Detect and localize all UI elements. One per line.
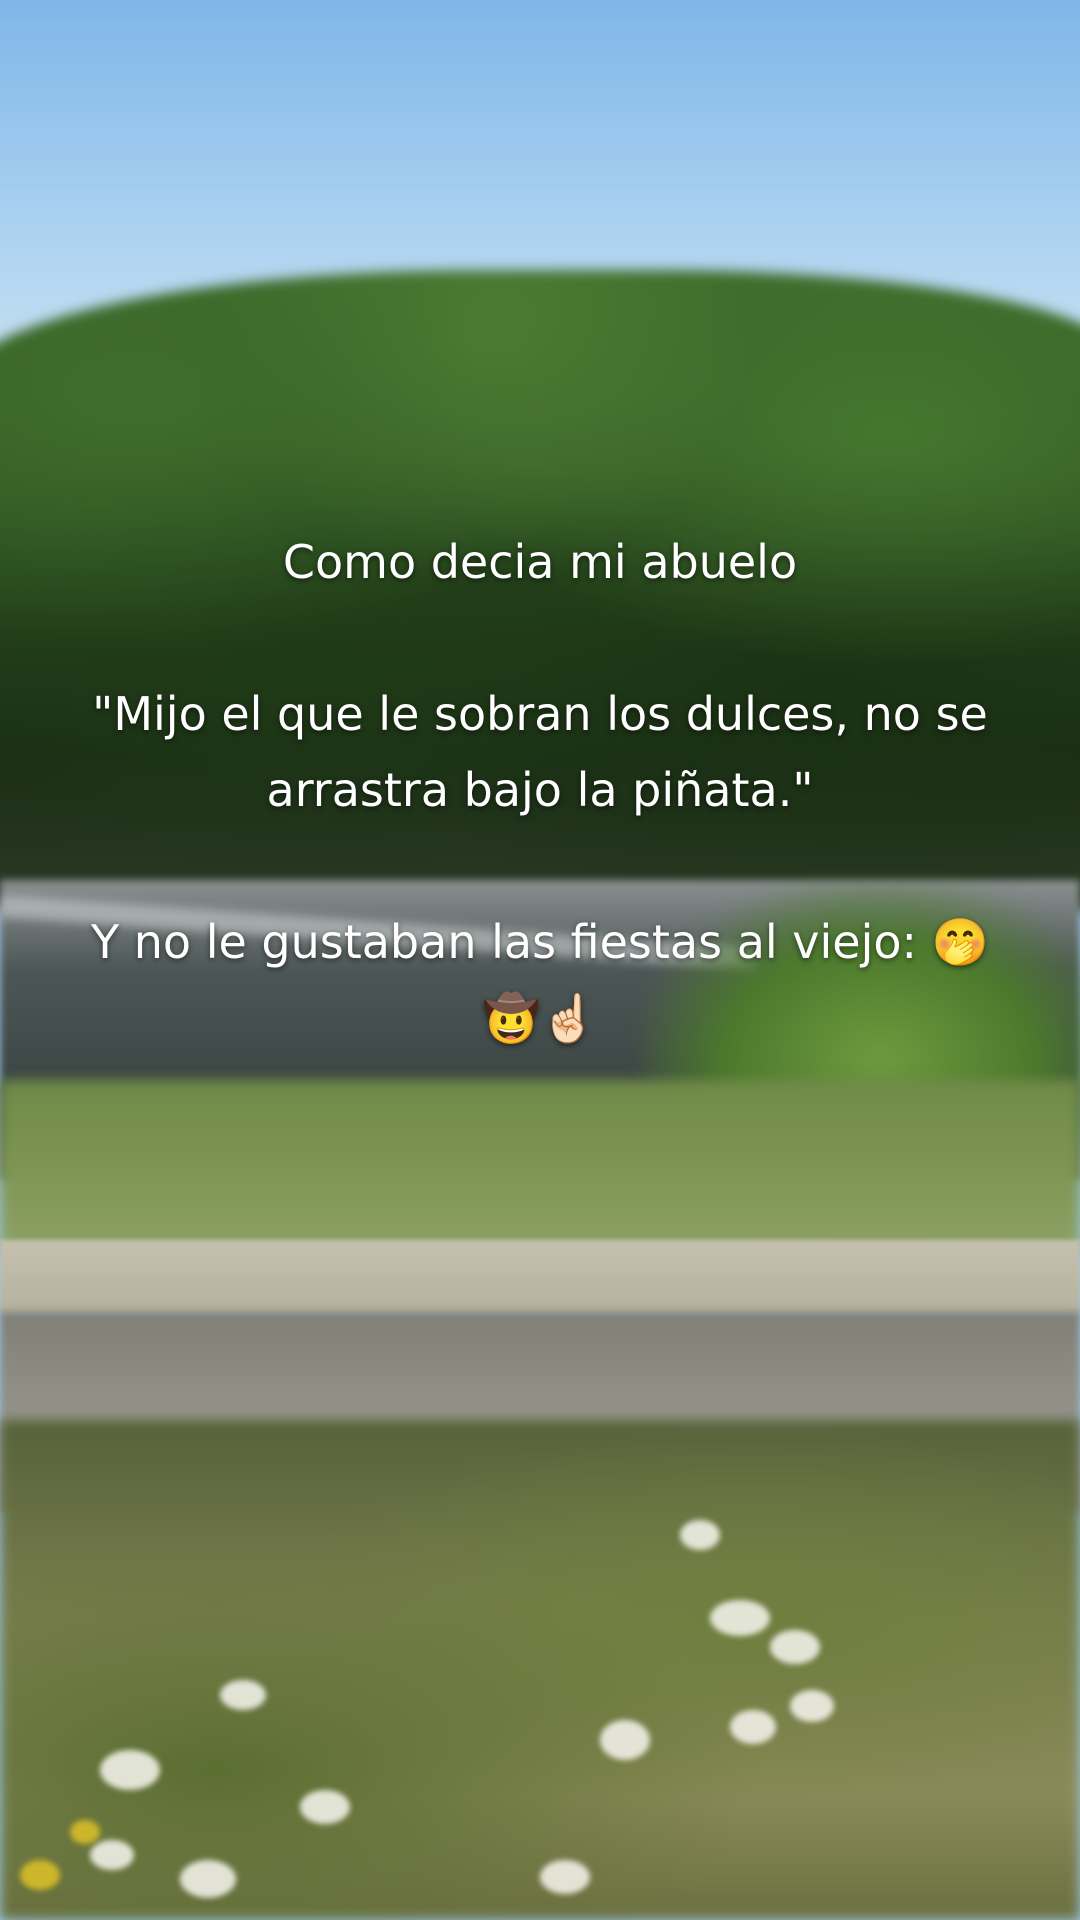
wildflower	[100, 1750, 160, 1790]
photo-background: Como decia mi abuelo "Mijo el que le sob…	[0, 0, 1080, 1920]
wildflower	[600, 1720, 650, 1760]
wildflower	[220, 1680, 266, 1710]
wildflower	[710, 1600, 770, 1636]
wildflower	[770, 1630, 820, 1664]
wildflower	[540, 1860, 590, 1894]
wildflower	[730, 1710, 776, 1744]
concrete-wall-top	[0, 1240, 1080, 1315]
foreground-vegetation	[0, 1420, 1080, 1920]
yellow-wildflower	[20, 1860, 60, 1890]
yellow-wildflower	[70, 1820, 100, 1844]
caption-text: Como decia mi abuelo "Mijo el que le sob…	[91, 535, 989, 1045]
riverbank	[0, 1080, 1080, 1250]
wildflower	[300, 1790, 350, 1824]
wildflower	[680, 1520, 720, 1550]
wildflower	[790, 1690, 834, 1722]
wildflower	[90, 1840, 134, 1870]
wildflower	[180, 1860, 236, 1898]
